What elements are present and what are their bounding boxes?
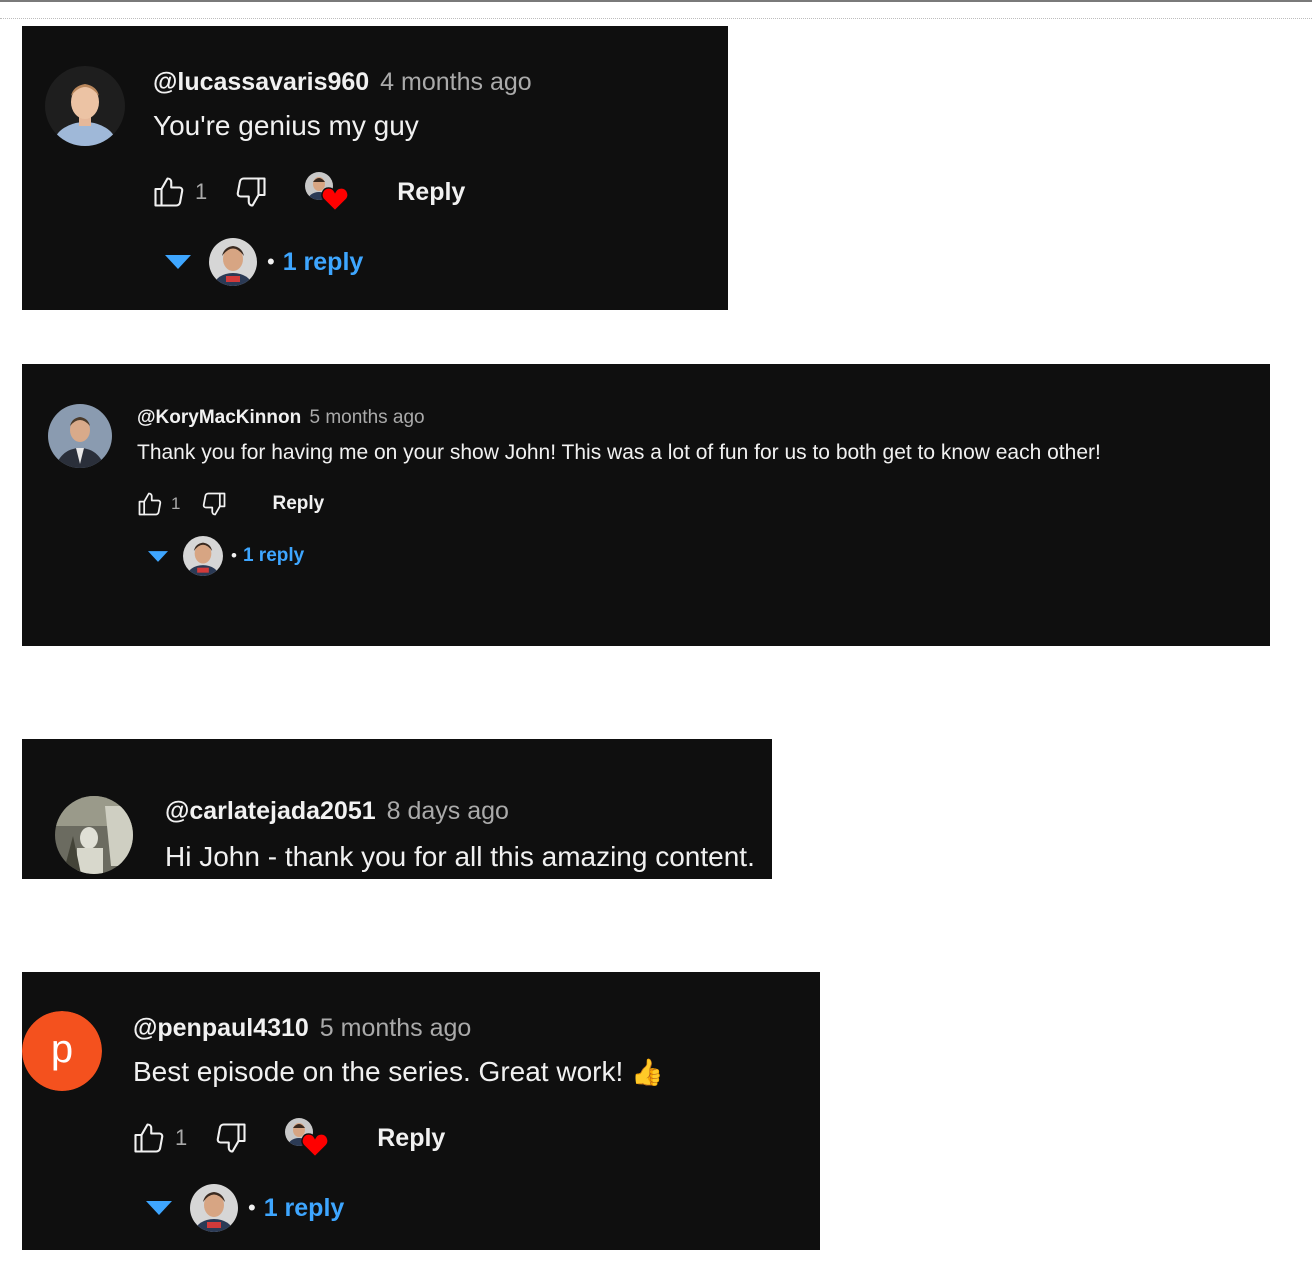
- comment-actions: 1 Reply: [134, 488, 324, 520]
- comment-time[interactable]: 5 months ago: [309, 407, 424, 428]
- comment-time[interactable]: 4 months ago: [380, 68, 532, 96]
- comment-body: Best episode on the series. Great work!: [133, 1056, 624, 1087]
- like-button[interactable]: [134, 488, 166, 520]
- view-replies-toggle[interactable]: • 1 reply: [165, 238, 363, 286]
- reply-author-avatar: [183, 536, 223, 576]
- dislike-button[interactable]: [231, 172, 271, 212]
- like-count: 1: [171, 494, 181, 513]
- commenter-avatar[interactable]: p: [22, 1011, 102, 1091]
- reply-button[interactable]: Reply: [272, 493, 324, 515]
- reply-author-avatar: [209, 238, 257, 286]
- comment-card: p @penpaul4310 5 months ago Best episode…: [22, 972, 820, 1250]
- comment-card: @lucassavaris960 4 months ago You're gen…: [22, 26, 728, 310]
- replies-count-link[interactable]: 1 reply: [283, 248, 364, 277]
- comment-actions: 1 Reply: [149, 172, 465, 212]
- replies-count-link[interactable]: 1 reply: [264, 1194, 345, 1223]
- comment-text: You're genius my guy: [153, 110, 419, 141]
- commenter-avatar[interactable]: [48, 404, 112, 468]
- thumbs-down-icon: [236, 177, 266, 207]
- separator-dot: •: [248, 1195, 256, 1220]
- comment-time[interactable]: 8 days ago: [387, 797, 509, 825]
- comment-text: Thank you for having me on your show Joh…: [137, 441, 1101, 464]
- comment-text: Best episode on the series. Great work! …: [133, 1056, 663, 1088]
- comment-actions: 1 Reply: [129, 1118, 445, 1158]
- creator-heart-badge: [305, 172, 349, 212]
- commenter-avatar[interactable]: [45, 66, 125, 146]
- like-count: 1: [195, 179, 208, 204]
- reply-button[interactable]: Reply: [397, 178, 465, 207]
- like-button[interactable]: [129, 1118, 169, 1158]
- replies-count-link[interactable]: 1 reply: [243, 545, 304, 567]
- person-avatar-icon: [45, 66, 125, 146]
- comment-header: @lucassavaris960 4 months ago: [153, 68, 532, 97]
- comment-header: @carlatejada2051 8 days ago: [165, 797, 509, 826]
- avatar-letter: p: [50, 1027, 74, 1071]
- thumbs-down-icon: [203, 492, 226, 516]
- chevron-down-icon: [165, 255, 191, 269]
- comment-author[interactable]: @lucassavaris960: [153, 68, 369, 96]
- comment-author[interactable]: @KoryMacKinnon: [137, 407, 301, 428]
- thumbs-up-emoji: 👍: [631, 1057, 664, 1087]
- person-avatar-icon: [55, 796, 133, 874]
- thumbs-up-icon: [134, 1123, 164, 1153]
- like-count: 1: [175, 1125, 188, 1150]
- like-button[interactable]: [149, 172, 189, 212]
- comment-time[interactable]: 5 months ago: [320, 1014, 472, 1042]
- top-border: [0, 0, 1312, 6]
- heart-icon: [301, 1133, 329, 1158]
- reply-author-avatar: [190, 1184, 238, 1232]
- dislike-button[interactable]: [198, 488, 230, 520]
- separator-dot: •: [231, 546, 237, 565]
- reply-button[interactable]: Reply: [377, 1124, 445, 1153]
- thumbs-down-icon: [216, 1123, 246, 1153]
- separator-dot: •: [267, 249, 275, 274]
- commenter-avatar[interactable]: [55, 796, 133, 874]
- thumbs-up-icon: [138, 492, 162, 516]
- comment-card: @carlatejada2051 8 days ago Hi John - th…: [22, 739, 772, 879]
- thumbs-up-icon: [154, 177, 184, 207]
- top-dotted-divider: [0, 18, 1312, 19]
- comment-header: @KoryMacKinnon 5 months ago: [137, 407, 425, 429]
- comment-text: Hi John - thank you for all this amazing…: [165, 841, 755, 872]
- comment-card: @KoryMacKinnon 5 months ago Thank you fo…: [22, 364, 1270, 646]
- view-replies-toggle[interactable]: • 1 reply: [146, 1184, 344, 1232]
- heart-icon: [321, 187, 349, 212]
- person-avatar-icon: [48, 404, 112, 468]
- comment-author[interactable]: @carlatejada2051: [165, 797, 376, 825]
- dislike-button[interactable]: [211, 1118, 251, 1158]
- chevron-down-icon: [146, 1201, 172, 1215]
- creator-heart-badge: [285, 1118, 329, 1158]
- comment-author[interactable]: @penpaul4310: [133, 1014, 309, 1042]
- comment-header: @penpaul4310 5 months ago: [133, 1014, 471, 1043]
- chevron-down-icon: [148, 550, 168, 562]
- view-replies-toggle[interactable]: • 1 reply: [148, 536, 304, 576]
